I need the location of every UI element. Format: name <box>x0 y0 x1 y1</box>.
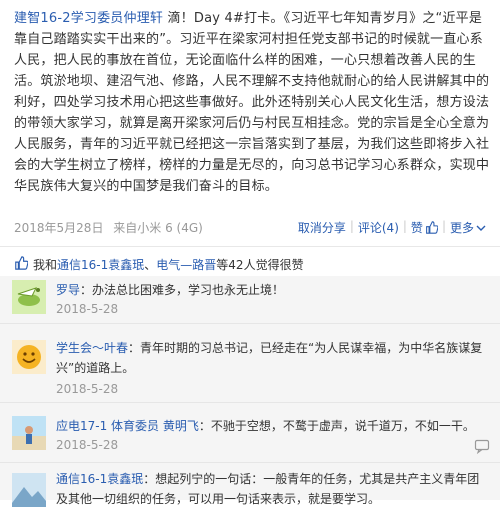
post-actions: 取消分享 | 评论(4) | 赞 | 更多 <box>298 219 486 236</box>
liker-link[interactable]: 通信16-1袁鑫珉 <box>57 258 144 272</box>
mountain-avatar-icon <box>12 473 46 507</box>
comment-time: 2018-5-28 <box>56 302 119 316</box>
avatar[interactable] <box>12 473 46 507</box>
like-label: 赞 <box>410 221 423 235</box>
post-content: 建智16-2学习委员仲理轩 滴！Day 4#打卡。《习近平七年知青岁月》之“近平… <box>14 8 492 197</box>
commenter-link[interactable]: 通信16-1袁鑫珉 <box>56 472 143 486</box>
comment-time: 2018-5-28 <box>56 382 119 396</box>
liker-link[interactable]: 电气—路晋 <box>156 258 216 272</box>
comment-body: 通信16-1袁鑫珉：想起列宁的一句话：一般青年的任务，尤其是共产主义青年团及其他… <box>56 469 486 509</box>
likes-separator: 、 <box>144 258 157 272</box>
commenter-link[interactable]: 学生会～叶春 <box>56 341 128 355</box>
comment-item: 通信16-1袁鑫珉：想起列宁的一句话：一般青年的任务，尤其是共产主义青年团及其他… <box>0 469 500 509</box>
smiley-avatar-icon <box>12 340 46 374</box>
comment-body: 应电17-1 体育委员 黄明飞：不驰于空想，不鹜于虚声，说千道万，不如一干。 <box>56 416 486 436</box>
comment-button[interactable]: 评论(4) <box>358 219 399 236</box>
post-author-link[interactable]: 建智16-2学习委员仲理轩 <box>14 11 163 26</box>
more-button[interactable]: 更多 <box>450 219 486 236</box>
likes-prefix: 我和 <box>33 258 58 272</box>
beach-avatar-icon <box>12 416 46 450</box>
action-separator: | <box>441 219 446 233</box>
comment-divider <box>0 462 500 463</box>
cancel-share-button[interactable]: 取消分享 <box>298 219 346 236</box>
likes-text: 我和通信16-1袁鑫珉、电气—路晋等42人觉得很赞 <box>33 256 304 273</box>
avatar[interactable] <box>12 416 46 450</box>
avatar[interactable] <box>12 280 46 314</box>
more-label: 更多 <box>449 221 474 235</box>
comment-body: 罗导：办法总比困难多，学习也永无止境！ <box>56 280 486 300</box>
likes-suffix: 等42人觉得很赞 <box>216 258 304 272</box>
avatar[interactable] <box>12 340 46 374</box>
divider <box>0 246 500 247</box>
bird-avatar-icon <box>12 280 46 314</box>
thumb-up-icon <box>15 256 28 270</box>
post-source: 来自小米 6 (4G) <box>113 221 203 235</box>
post-text: 滴！Day 4#打卡。《习近平七年知青岁月》之“近平是靠自己踏踏实实干出来的”。… <box>14 11 490 194</box>
comment-item: 应电17-1 体育委员 黄明飞：不驰于空想，不鹜于虚声，说千道万，不如一干。 2… <box>0 410 500 462</box>
action-separator: | <box>402 219 407 233</box>
action-separator: | <box>349 219 354 233</box>
comment-text: ：不驰于空想，不鹜于虚声，说千道万，不如一干。 <box>198 419 475 433</box>
comment-list: 罗导：办法总比困难多，学习也永无止境！ 2018-5-28 学生会～叶春：青年时… <box>0 276 500 507</box>
like-button[interactable]: 赞 <box>411 219 438 236</box>
comment-body: 学生会～叶春：青年时期的习总书记，已经走在“为人民谋幸福，为中华名族谋复兴”的道… <box>56 338 486 378</box>
likes-summary: 我和通信16-1袁鑫珉、电气—路晋等42人觉得很赞 <box>0 252 500 274</box>
comment-time: 2018-5-28 <box>56 438 119 452</box>
comment-item: 学生会～叶春：青年时期的习总书记，已经走在“为人民谋幸福，为中华名族谋复兴”的道… <box>0 332 500 396</box>
comment-item: 罗导：办法总比困难多，学习也永无止境！ 2018-5-28 <box>0 276 500 328</box>
comment-text: ：办法总比困难多，学习也永无止境！ <box>80 283 285 297</box>
commenter-link[interactable]: 应电17-1 体育委员 黄明飞 <box>56 419 199 433</box>
thumb-up-icon <box>426 221 438 234</box>
reply-icon[interactable] <box>474 438 490 454</box>
post-time: 2018年5月28日 来自小米 6 (4G) <box>14 219 203 236</box>
comment-divider <box>0 402 500 403</box>
post-date: 2018年5月28日 <box>14 221 104 235</box>
comment-divider <box>0 323 500 324</box>
chevron-down-icon <box>476 225 486 231</box>
post-meta: 2018年5月28日 来自小米 6 (4G) 取消分享 | 评论(4) | 赞 … <box>14 219 494 237</box>
commenter-link[interactable]: 罗导 <box>56 283 80 297</box>
